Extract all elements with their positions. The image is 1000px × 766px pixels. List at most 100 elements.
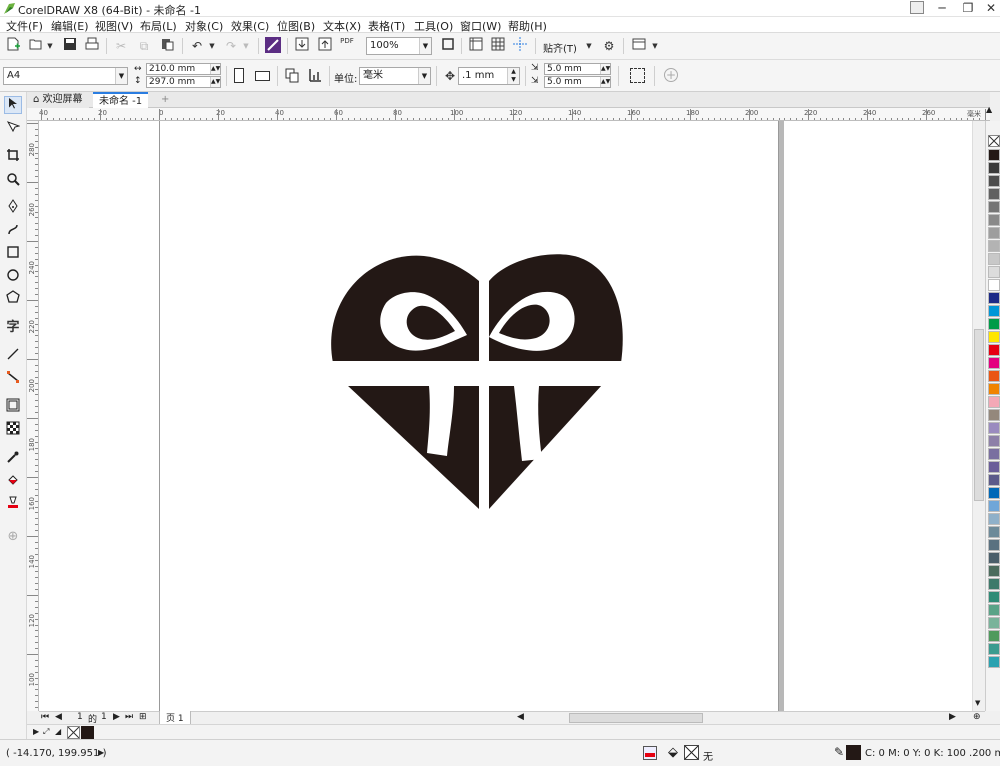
pen-tool-icon[interactable] [4, 199, 22, 217]
last-page-icon[interactable]: ⏭ [125, 712, 133, 722]
palette-swatch[interactable] [988, 149, 1000, 161]
connector-tool-icon[interactable] [4, 370, 22, 388]
palette-swatch[interactable] [988, 383, 1000, 395]
menu-edit[interactable]: 编辑(E) [51, 18, 89, 34]
width-spin-icon[interactable]: ▲▼ [210, 64, 220, 74]
bleed-frame-icon[interactable] [630, 68, 645, 83]
palette-swatch[interactable] [988, 435, 1000, 447]
import-icon[interactable] [293, 37, 311, 55]
color-proof-icon[interactable] [643, 746, 657, 760]
current-page-icon[interactable] [306, 67, 324, 85]
search-content-icon[interactable] [264, 37, 282, 55]
menu-file[interactable]: 文件(F) [6, 18, 43, 34]
palette-swatch[interactable] [988, 240, 1000, 252]
doc-palette-expand-icon[interactable]: ▶ [33, 727, 39, 736]
menu-tools[interactable]: 工具(O) [414, 18, 453, 34]
first-page-icon[interactable]: ⏮ [41, 712, 49, 722]
palette-swatch[interactable] [988, 461, 1000, 473]
palette-swatch[interactable] [988, 175, 1000, 187]
palette-swatch[interactable] [988, 162, 1000, 174]
pick-tool-icon[interactable] [4, 96, 22, 114]
palette-swatch[interactable] [988, 643, 1000, 655]
nudge-spin-icon[interactable]: ▲ ▼ [507, 68, 519, 84]
palette-swatch[interactable] [988, 188, 1000, 200]
snap-to-menu[interactable]: 贴齐(T) [543, 40, 577, 55]
parallel-dimension-tool-icon[interactable] [4, 347, 22, 365]
launcher-dropdown-icon[interactable]: ▼ [646, 37, 664, 55]
zoom-dropdown-icon[interactable]: ▼ [419, 38, 431, 54]
menu-window[interactable]: 窗口(W) [460, 18, 501, 34]
full-screen-icon[interactable] [439, 37, 457, 55]
drawing-canvas[interactable] [39, 121, 985, 711]
doc-palette-menu-icon[interactable]: ◢ [55, 727, 61, 736]
palette-swatch[interactable] [988, 344, 1000, 356]
show-rulers-icon[interactable] [467, 37, 485, 55]
palette-swatch[interactable] [988, 357, 1000, 369]
palette-swatch[interactable] [988, 500, 1000, 512]
zoom-tool-icon[interactable] [4, 172, 22, 190]
shape-tool-icon[interactable] [4, 120, 22, 138]
palette-swatch[interactable] [988, 656, 1000, 668]
palette-swatch[interactable] [988, 396, 1000, 408]
palette-swatch[interactable] [988, 253, 1000, 265]
zoom-level-combo[interactable]: 100% ▼ [366, 37, 432, 55]
horizontal-scroll-thumb[interactable] [569, 713, 703, 723]
status-expand-icon[interactable]: ▶ [98, 748, 104, 757]
add-page-icon[interactable]: ⊞ [139, 712, 147, 722]
palette-swatch[interactable] [988, 591, 1000, 603]
palette-swatch[interactable] [988, 474, 1000, 486]
drop-shadow-tool-icon[interactable] [4, 398, 22, 416]
undo-dropdown-icon[interactable]: ▼ [203, 37, 221, 55]
doc-black-swatch[interactable] [81, 726, 94, 739]
prev-page-icon[interactable]: ◀ [55, 712, 62, 722]
palette-swatch[interactable] [988, 318, 1000, 330]
outline-color-swatch[interactable] [846, 745, 861, 760]
color-eyedropper-tool-icon[interactable] [4, 450, 22, 468]
doc-no-color-swatch[interactable] [67, 726, 80, 739]
palette-swatch[interactable] [988, 227, 1000, 239]
vertical-ruler[interactable]: 280 260 240 220 200 180 160 140 120 100 [27, 121, 39, 711]
duplicate-y-field[interactable]: 5.0 mm ▲▼ [544, 76, 611, 88]
no-color-swatch[interactable] [988, 135, 1000, 147]
palette-swatch[interactable] [988, 214, 1000, 226]
outline-pen-icon[interactable]: ✎ [834, 745, 844, 759]
dup-x-spin-icon[interactable]: ▲▼ [600, 64, 610, 74]
new-tab-icon[interactable]: + [155, 92, 175, 108]
interactive-fill-tool-icon[interactable] [4, 473, 22, 491]
palette-swatch[interactable] [988, 487, 1000, 499]
palette-swatch[interactable] [988, 513, 1000, 525]
transparency-tool-icon[interactable] [4, 421, 22, 439]
zoom-fit-icon[interactable]: ⊕ [973, 712, 981, 722]
fill-none-swatch[interactable] [684, 745, 699, 760]
palette-swatch[interactable] [988, 266, 1000, 278]
ellipse-tool-icon[interactable] [4, 268, 22, 286]
palette-swatch[interactable] [988, 279, 1000, 291]
menu-object[interactable]: 对象(C) [185, 18, 223, 34]
menu-text[interactable]: 文本(X) [323, 18, 361, 34]
menu-effects[interactable]: 效果(C) [231, 18, 269, 34]
page-height-field[interactable]: 297.0 mm ▲▼ [146, 76, 221, 88]
vertical-scroll-thumb[interactable] [974, 329, 984, 501]
snap-dropdown-icon[interactable]: ▼ [580, 37, 598, 55]
palette-swatch[interactable] [988, 292, 1000, 304]
scroll-right-arrow-icon[interactable]: ▶ [949, 712, 956, 722]
palette-swatch[interactable] [988, 565, 1000, 577]
redo-dropdown-icon[interactable]: ▼ [237, 37, 255, 55]
palette-swatch[interactable] [988, 552, 1000, 564]
show-grid-icon[interactable] [489, 37, 507, 55]
smart-fill-tool-icon[interactable] [4, 495, 22, 513]
palette-swatch[interactable] [988, 448, 1000, 460]
options-gear-icon[interactable]: ⚙ [600, 37, 618, 55]
menu-help[interactable]: 帮助(H) [508, 18, 547, 34]
menu-table[interactable]: 表格(T) [368, 18, 405, 34]
account-icon[interactable] [910, 1, 924, 14]
cut-icon[interactable]: ✂ [112, 37, 130, 55]
all-pages-icon[interactable] [283, 67, 301, 85]
scroll-down-arrow-icon[interactable]: ▼ [975, 699, 980, 707]
show-guidelines-icon[interactable] [511, 37, 529, 55]
palette-swatch[interactable] [988, 331, 1000, 343]
palette-swatch[interactable] [988, 370, 1000, 382]
tab-untitled-1[interactable]: 未命名 -1 [93, 92, 149, 108]
rectangle-tool-icon[interactable] [4, 245, 22, 263]
palette-swatch[interactable] [988, 604, 1000, 616]
